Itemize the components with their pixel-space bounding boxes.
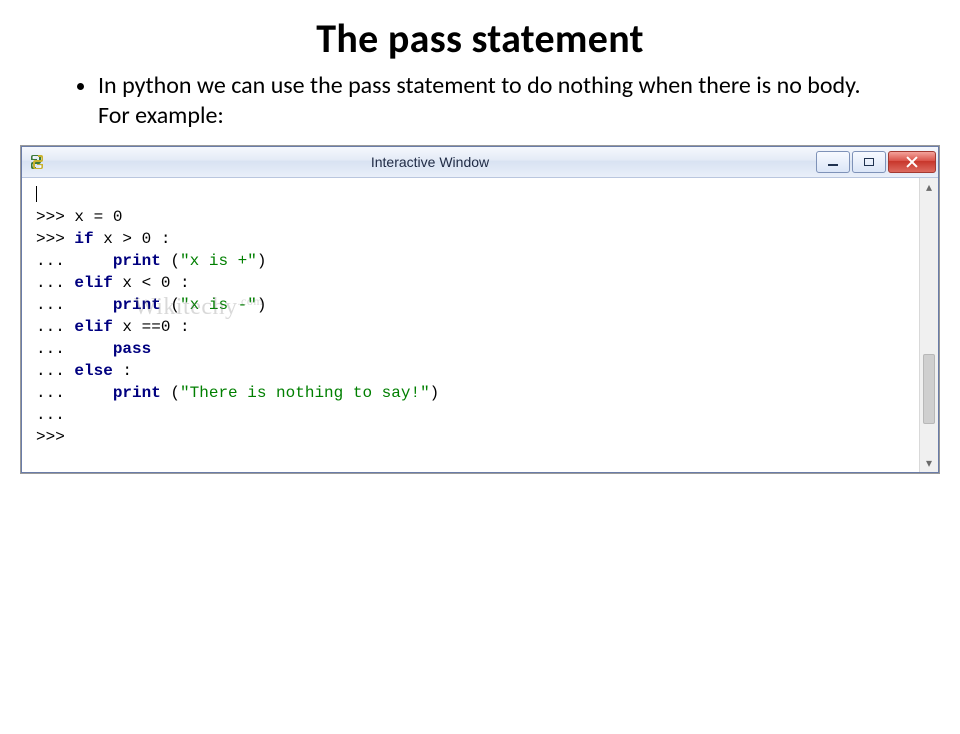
code-token-kw: elif — [74, 318, 112, 336]
repl-prompt: >>> — [36, 208, 74, 226]
code-token-op: ( — [161, 384, 180, 402]
code-token-op: = — [94, 208, 113, 226]
minimize-icon — [828, 164, 838, 166]
repl-prompt: ... — [36, 362, 74, 380]
python-app-icon — [28, 153, 46, 171]
bullet-item: In python we can use the pass statement … — [98, 71, 890, 131]
code-token-op: == — [142, 318, 161, 336]
code-token-op: : — [151, 230, 170, 248]
window-buttons — [814, 147, 938, 177]
repl-prompt: ... — [36, 384, 113, 402]
slide: The pass statement In python we can use … — [0, 14, 960, 734]
code-token-op: x — [113, 318, 142, 336]
code-token-num: 0 — [113, 208, 123, 226]
code-token-str: "x is -" — [180, 296, 257, 314]
code-token-num: 0 — [161, 318, 171, 336]
code-token-kw: print — [113, 384, 161, 402]
titlebar-left — [28, 153, 46, 171]
code-line: ... pass — [36, 338, 907, 360]
code-token-op: < — [142, 274, 161, 292]
bullet-list: In python we can use the pass statement … — [70, 71, 890, 131]
code-token-op: : — [170, 318, 189, 336]
titlebar[interactable]: Interactive Window — [22, 147, 938, 178]
slide-title: The pass statement — [0, 14, 960, 63]
scroll-thumb[interactable] — [923, 354, 935, 424]
maximize-button[interactable] — [852, 151, 886, 173]
repl-prompt: ... — [36, 406, 65, 424]
window-title: Interactive Window — [46, 154, 814, 170]
code-line: ... elif x ==0 : — [36, 316, 907, 338]
repl-prompt: >>> — [36, 230, 74, 248]
code-token-op: : — [113, 362, 132, 380]
code-line: >>> if x > 0 : — [36, 228, 907, 250]
close-button[interactable] — [888, 151, 936, 173]
code-token-op: ) — [257, 252, 267, 270]
text-cursor — [36, 186, 37, 202]
code-line: >>> x = 0 — [36, 206, 907, 228]
code-token-kw: print — [113, 252, 161, 270]
scroll-down-icon[interactable]: ▾ — [920, 454, 938, 472]
code-token-kw: print — [113, 296, 161, 314]
code-line: ... print ("x is +") — [36, 250, 907, 272]
code-token-op: ) — [257, 296, 267, 314]
client-area: Wikitechy.com >>> x = 0>>> if x > 0 :...… — [22, 178, 938, 472]
code-token-op: ( — [161, 296, 180, 314]
code-line: ... print ("There is nothing to say!") — [36, 382, 907, 404]
repl-prompt: ... — [36, 274, 74, 292]
code-token-op: x — [113, 274, 142, 292]
code-pane[interactable]: Wikitechy.com >>> x = 0>>> if x > 0 :...… — [22, 178, 919, 472]
code-line: ... else : — [36, 360, 907, 382]
vertical-scrollbar[interactable]: ▴ ▾ — [919, 178, 938, 472]
code-token-kw: elif — [74, 274, 112, 292]
code-token-str: "There is nothing to say!" — [180, 384, 430, 402]
code-token-op: ) — [430, 384, 440, 402]
code-line: ... — [36, 404, 907, 426]
code-token-kw: else — [74, 362, 112, 380]
scroll-up-icon[interactable]: ▴ — [920, 178, 938, 196]
code-token-id: x — [74, 208, 93, 226]
code-token-num: 0 — [142, 230, 152, 248]
code-token-op: > — [122, 230, 141, 248]
code-token-kw: pass — [113, 340, 151, 358]
window-frame: Interactive Window — [20, 145, 940, 474]
code-token-kw: if — [74, 230, 93, 248]
code-line: >>> — [36, 426, 907, 448]
repl-prompt: ... — [36, 296, 113, 314]
minimize-button[interactable] — [816, 151, 850, 173]
code-token-num: 0 — [161, 274, 171, 292]
code-line: ... print ("x is -") — [36, 294, 907, 316]
repl-prompt: >>> — [36, 428, 65, 446]
code-token-op: x — [94, 230, 123, 248]
repl-prompt: ... — [36, 252, 113, 270]
interactive-window: Interactive Window — [21, 146, 939, 473]
code-token-op: : — [170, 274, 189, 292]
code-token-str: "x is +" — [180, 252, 257, 270]
repl-prompt: ... — [36, 318, 74, 336]
code-line: ... elif x < 0 : — [36, 272, 907, 294]
repl-prompt: ... — [36, 340, 113, 358]
maximize-icon — [864, 158, 874, 166]
code-token-op: ( — [161, 252, 180, 270]
